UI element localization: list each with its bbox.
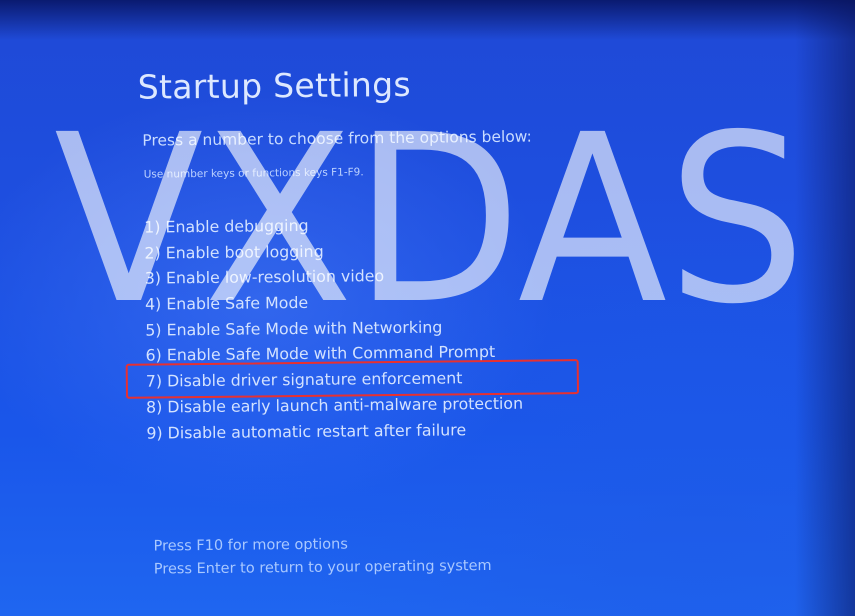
option-enable-safe-mode[interactable]: 4) Enable Safe Mode: [145, 288, 522, 318]
option-enable-boot-logging[interactable]: 2) Enable boot logging: [144, 236, 521, 266]
key-hint-text: Use number keys or functions keys F1-F9.: [143, 166, 364, 181]
option-enable-safe-mode-networking[interactable]: 5) Enable Safe Mode with Networking: [145, 313, 522, 343]
highlight-annotation-box: [125, 359, 580, 399]
option-enable-debugging[interactable]: 1) Enable debugging: [144, 211, 521, 241]
boot-screen: Startup Settings Press a number to choos…: [0, 0, 855, 616]
startup-options-list: 1) Enable debugging 2) Enable boot loggi…: [144, 211, 523, 446]
option-enable-low-resolution-video[interactable]: 3) Enable low-resolution video: [145, 262, 522, 292]
footer-hints: Press F10 for more options Press Enter t…: [153, 532, 491, 582]
instruction-text: Press a number to choose from the option…: [142, 127, 532, 150]
page-title: Startup Settings: [137, 64, 412, 107]
option-disable-automatic-restart[interactable]: 9) Disable automatic restart after failu…: [146, 416, 523, 446]
footer-return: Press Enter to return to your operating …: [153, 558, 492, 578]
startup-settings-panel: Startup Settings Press a number to choos…: [0, 0, 855, 616]
